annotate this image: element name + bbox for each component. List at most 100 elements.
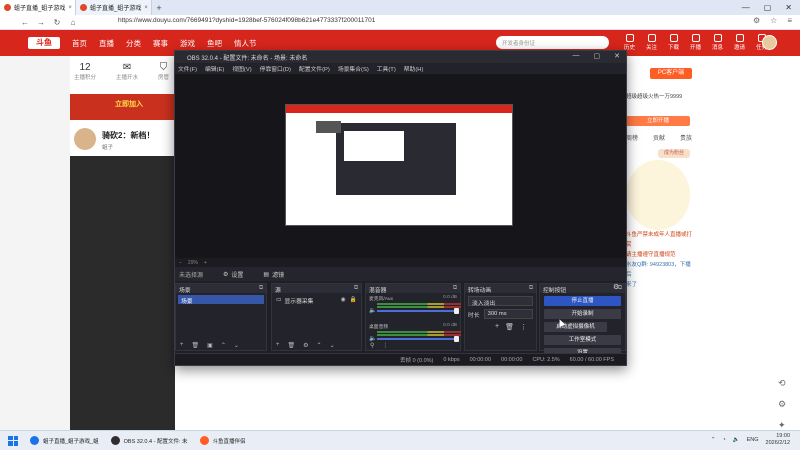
windows-start-icon[interactable] [8,435,18,446]
broadcast-button[interactable]: 开播 [688,34,703,51]
follow-button[interactable]: 关注 [644,34,659,51]
pc-client-button[interactable]: PC客户端 [650,68,692,79]
extensions-icon[interactable]: ⚙ [753,16,760,25]
more-icon[interactable]: ⋮ [520,323,527,331]
settings-icon[interactable]: ⚙ [778,399,786,410]
virtual-camera-button[interactable]: 启动虚拟摄像机 [544,322,607,332]
clock[interactable]: 19:00 2026/2/12 [766,433,790,447]
stat-score[interactable]: 12 主播积分 [74,62,96,81]
taskbar-app-obs[interactable]: OBS 32.0.4 - 配置文件: 未 [110,436,188,445]
obs-preview[interactable] [175,74,626,258]
menu-edit[interactable]: 编辑(E) [205,64,224,73]
volume-slider[interactable] [377,308,459,314]
minimize-icon[interactable]: — [573,52,580,60]
eye-icon[interactable]: ◉ [341,297,346,303]
move-up-icon[interactable]: ⌃ [317,342,322,349]
invite-button[interactable]: 邀请 [732,34,747,51]
studio-mode-button[interactable]: 工作室模式 [544,335,621,345]
source-item[interactable]: ▭ 显示器采集 ◉ 🔒 [274,295,359,305]
taskbar-app-browser[interactable]: 蛆子直播_蛆子游戏_蛆 [30,436,99,445]
duration-input[interactable]: 300 ms [483,309,533,319]
video-player[interactable] [70,156,175,430]
streamer-avatar[interactable] [74,128,96,150]
user-avatar[interactable] [762,35,777,50]
trash-icon[interactable]: 🗑 [505,323,514,331]
stat-admin[interactable]: ⛉ 房管 [158,62,169,81]
menu-tools[interactable]: 工具(T) [377,64,396,73]
nav-home[interactable]: 首页 [72,38,87,49]
start-recording-button[interactable]: 开始录制 [544,309,621,319]
nav-live[interactable]: 直播 [99,38,114,49]
filter-icon[interactable]: ▣ [207,342,213,349]
forward-icon[interactable]: → [36,18,46,27]
stop-streaming-button[interactable]: 停止直播 [544,296,621,306]
menu-docks[interactable]: 停靠窗口(D) [260,64,291,73]
float-icon[interactable]: ⧉ [453,285,457,292]
zoom-out-icon[interactable]: − [179,260,182,266]
minimize-icon[interactable]: — [742,3,750,12]
more-icon[interactable]: ⋮ [382,342,388,349]
nav-category[interactable]: 分类 [126,38,141,49]
menu-view[interactable]: 视图(V) [232,64,251,73]
douyu-logo[interactable]: 斗鱼 [28,37,60,49]
nav-fishbar[interactable]: 鱼吧 [207,38,222,49]
move-down-icon[interactable]: ⌄ [330,342,335,349]
close-tab-icon[interactable]: × [68,5,72,11]
wifi-icon[interactable]: ◔ [722,437,725,443]
tray-chevron-icon[interactable]: ⌃ [711,437,716,443]
close-icon[interactable]: ✕ [614,52,620,60]
tab-contribution[interactable]: 贡献 [653,133,665,143]
transition-select[interactable]: 淡入淡出 [468,296,533,307]
browser-tab[interactable]: 蛆子直播_蛆子游戏 × [0,0,76,15]
address-bar[interactable]: https://www.douyu.com/7669491?dyshid=192… [118,17,375,24]
scene-item[interactable]: 场景 [178,295,264,305]
menu-help[interactable]: 帮助(H) [404,64,424,73]
home-icon[interactable]: ⌂ [68,18,78,27]
add-icon[interactable]: + [180,342,184,348]
streamer-tag[interactable]: 蛆子 [102,143,113,151]
add-icon[interactable]: + [495,323,499,331]
filters-button[interactable]: ▤ 滤镜 [263,270,284,279]
add-icon[interactable]: + [276,342,280,348]
douyu-search-input[interactable]: 开发者身份证 [496,36,609,49]
maximize-icon[interactable]: ▢ [594,52,601,60]
history-button[interactable]: 历史 [622,34,637,51]
promo-banner[interactable]: 立即加入 [70,94,180,120]
menu-file[interactable]: 文件(F) [178,64,197,73]
tab-weekly[interactable]: 周榜 [626,133,638,143]
move-down-icon[interactable]: ⌄ [234,342,239,349]
nav-games[interactable]: 游戏 [180,38,195,49]
close-tab-icon[interactable]: × [144,5,148,11]
back-icon[interactable]: ← [20,18,30,27]
virtual-camera-gear-icon[interactable]: ⚙ [613,283,619,291]
properties-button[interactable]: ⚙ 设置 [223,270,243,279]
menu-scene-collection[interactable]: 场景集合(S) [338,64,369,73]
trash-icon[interactable]: 🗑 [288,342,296,349]
gear-icon[interactable]: ⚙ [303,342,308,349]
trash-icon[interactable]: 🗑 [192,342,200,349]
lock-icon[interactable]: 🔒 [350,297,357,303]
close-icon[interactable]: ✕ [785,3,792,12]
volume-icon[interactable]: 🔈 [733,437,740,443]
go-live-button[interactable]: 立即开播 [626,116,690,126]
float-icon[interactable]: ⧉ [259,285,263,292]
speaker-icon[interactable]: 🔈 [369,307,376,314]
slider-knob[interactable] [454,308,459,314]
language-indicator[interactable]: ENG [747,437,759,443]
menu-icon[interactable]: ≡ [787,16,792,25]
messages-button[interactable]: 消息 [710,34,725,51]
history-icon[interactable]: ⟲ [778,378,786,389]
favorites-icon[interactable]: ☆ [770,16,777,25]
menu-profile[interactable]: 配置文件(P) [299,64,330,73]
taskbar-app-douyu[interactable]: 斗鱼直播伴侣 [199,436,246,445]
float-icon[interactable]: ⧉ [529,285,533,292]
refresh-icon[interactable]: ↻ [52,18,62,27]
stat-water[interactable]: ✉ 主播开水 [116,62,138,81]
nav-valentine[interactable]: 情人节 [234,38,257,49]
fan-button[interactable]: 成为粉丝 [658,149,690,158]
link-icon[interactable]: ⚲ [370,342,374,349]
browser-tab[interactable]: 蛆子直播_蛆子游戏 × [76,0,152,15]
maximize-icon[interactable]: ▢ [764,3,772,12]
download-button[interactable]: 下载 [666,34,681,51]
zoom-in-icon[interactable]: + [204,260,207,266]
